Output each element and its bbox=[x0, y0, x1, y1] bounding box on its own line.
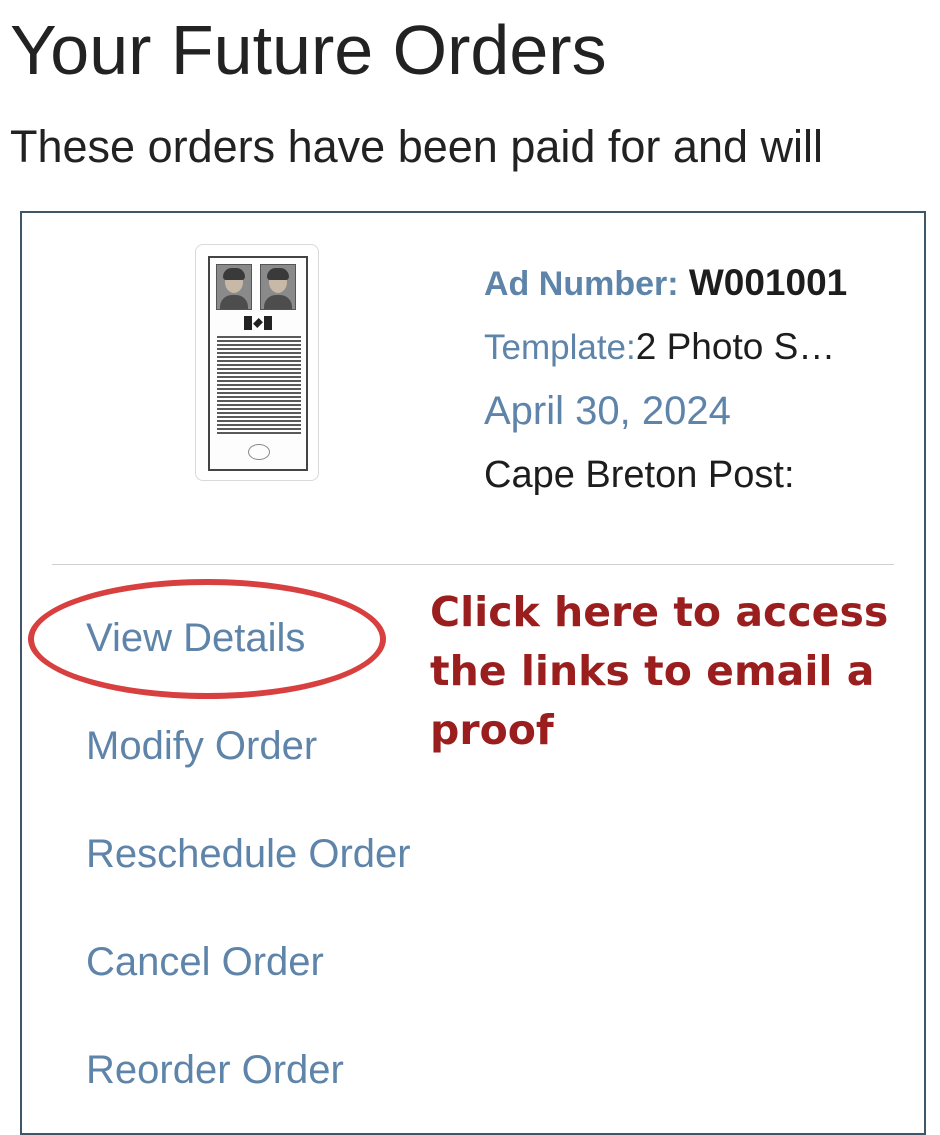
modify-order-link[interactable]: Modify Order bbox=[86, 716, 411, 824]
order-meta: Ad Number: W001001 Template:2 Photo S… A… bbox=[484, 251, 924, 507]
order-date: April 30, 2024 bbox=[484, 389, 731, 433]
publication-name: Cape Breton Post: bbox=[484, 454, 795, 496]
order-card: Ad Number: W001001 Template:2 Photo S… A… bbox=[20, 211, 926, 1135]
view-details-link[interactable]: View Details bbox=[86, 608, 411, 716]
ad-number-label: Ad Number: bbox=[484, 265, 679, 303]
reschedule-order-link[interactable]: Reschedule Order bbox=[86, 824, 411, 932]
template-row: Template:2 Photo S… bbox=[484, 315, 924, 379]
template-value: 2 Photo S… bbox=[635, 326, 836, 367]
callout-annotation: Click here to access the links to email … bbox=[430, 588, 889, 754]
portrait-photo-right bbox=[260, 264, 296, 310]
ad-proof-thumbnail[interactable] bbox=[195, 244, 319, 481]
obituary-text-block bbox=[217, 336, 301, 436]
canada-flag-icon bbox=[244, 316, 272, 330]
ad-number-value: W001001 bbox=[688, 262, 848, 303]
ad-proof-preview bbox=[208, 256, 308, 471]
template-label: Template: bbox=[484, 328, 636, 367]
reorder-order-link[interactable]: Reorder Order bbox=[86, 1040, 411, 1133]
ad-number-row: Ad Number: W001001 bbox=[484, 251, 924, 315]
page-title: Your Future Orders bbox=[10, 11, 607, 89]
portrait-photo-left bbox=[216, 264, 252, 310]
section-divider bbox=[52, 564, 894, 565]
emblem-icon bbox=[248, 444, 270, 460]
order-actions: View Details Modify Order Reschedule Ord… bbox=[86, 608, 411, 1133]
cancel-order-link[interactable]: Cancel Order bbox=[86, 932, 411, 1040]
page-intro-text: These orders have been paid for and will bbox=[10, 121, 823, 172]
